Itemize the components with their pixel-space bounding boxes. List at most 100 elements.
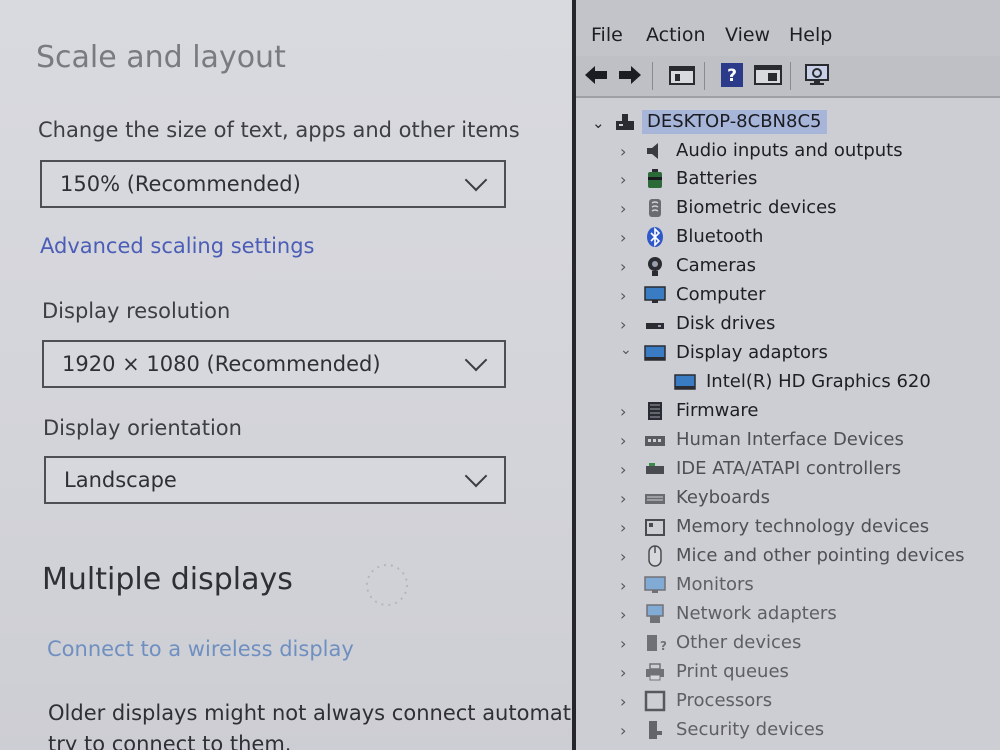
network-icon — [646, 604, 664, 623]
menu-view[interactable]: View — [725, 24, 770, 46]
tree-item-label: Network adapters — [676, 603, 837, 624]
tree-item-label: Print queues — [676, 661, 789, 682]
chevron-right-icon[interactable]: › — [620, 460, 626, 479]
tree-root[interactable]: ⌄ DESKTOP-8CBN8C5 — [576, 110, 1000, 136]
security-icon — [649, 721, 662, 739]
memory-card-icon — [645, 519, 665, 536]
chevron-right-icon[interactable]: › — [620, 142, 626, 161]
chevron-down-icon — [464, 464, 488, 488]
chevron-right-icon[interactable]: › — [620, 634, 626, 653]
tree-item-cameras[interactable]: › Cameras — [576, 253, 1000, 281]
chevron-right-icon[interactable]: › — [620, 547, 626, 566]
tree-item-label: Computer — [676, 284, 766, 305]
chevron-right-icon[interactable]: › — [620, 286, 626, 305]
tree-item-label: Memory technology devices — [676, 516, 930, 537]
chevron-down-icon[interactable]: ⌄ — [620, 342, 632, 358]
toolbar-separator — [652, 62, 653, 90]
device-tree: ⌄ DESKTOP-8CBN8C5 › Audio inputs and out… — [576, 98, 1000, 750]
menu-action[interactable]: Action — [646, 24, 706, 46]
chevron-right-icon[interactable]: › — [620, 431, 626, 450]
orientation-label: Display orientation — [43, 416, 242, 440]
keyboard-icon — [645, 494, 665, 504]
computer-root-icon — [616, 114, 634, 130]
tree-item-firmware[interactable]: › Firmware — [576, 398, 1000, 426]
scale-layout-title: Scale and layout — [36, 40, 286, 75]
tree-item-processors[interactable]: › Processors — [576, 688, 1000, 716]
menu-help[interactable]: Help — [789, 24, 832, 46]
tree-item-ide[interactable]: › IDE ATA/ATAPI controllers — [576, 456, 1000, 484]
display-adapter-icon — [674, 374, 696, 390]
tree-item-disk-drives[interactable]: › Disk drives — [576, 311, 1000, 339]
chevron-down-icon[interactable]: ⌄ — [592, 114, 605, 132]
menu-file[interactable]: File — [591, 24, 623, 46]
scan-hardware-icon[interactable] — [804, 62, 832, 88]
tree-item-biometric[interactable]: › Biometric devices — [576, 195, 1000, 223]
tree-item-intel-graphics[interactable]: Intel(R) HD Graphics 620 — [576, 369, 1000, 397]
tree-item-security[interactable]: › Security devices — [576, 717, 1000, 745]
tree-item-network[interactable]: › Network adapters — [576, 601, 1000, 629]
tree-item-bluetooth[interactable]: › Bluetooth — [576, 224, 1000, 252]
chevron-right-icon[interactable]: › — [620, 663, 626, 682]
monitor-icon — [644, 286, 666, 303]
resolution-dropdown[interactable]: 1920 × 1080 (Recommended) — [42, 340, 506, 388]
chevron-right-icon[interactable]: › — [620, 315, 626, 334]
tree-item-label: Monitors — [676, 574, 754, 595]
device-manager-window: File Action View Help ? ⌄ DESKTOP-8CBN8C… — [576, 0, 1000, 750]
chevron-right-icon[interactable]: › — [620, 721, 626, 740]
chevron-right-icon[interactable]: › — [620, 402, 626, 421]
help-icon[interactable]: ? — [718, 62, 746, 88]
forward-arrow-icon[interactable] — [616, 62, 644, 88]
resolution-value: 1920 × 1080 (Recommended) — [62, 352, 381, 376]
properties-icon[interactable] — [668, 62, 696, 88]
tree-item-computer[interactable]: › Computer — [576, 282, 1000, 310]
chevron-right-icon[interactable]: › — [620, 605, 626, 624]
tree-item-label: Mice and other pointing devices — [676, 545, 965, 566]
scale-dropdown[interactable]: 150% (Recommended) — [40, 160, 506, 208]
fingerprint-icon — [649, 199, 661, 217]
older-text-line-2: try to connect to them. — [48, 732, 292, 750]
chevron-right-icon[interactable]: › — [620, 199, 626, 218]
display-settings-pane: Scale and layout Change the size of text… — [0, 0, 572, 750]
older-displays-text: Older displays might not always connect … — [48, 698, 572, 750]
tree-item-mice[interactable]: › Mice and other pointing devices — [576, 543, 1000, 571]
chevron-right-icon[interactable]: › — [620, 518, 626, 537]
chevron-right-icon[interactable]: › — [620, 576, 626, 595]
tree-item-label: Human Interface Devices — [676, 429, 904, 450]
multiple-displays-title: Multiple displays — [42, 562, 293, 597]
tree-item-label: Intel(R) HD Graphics 620 — [706, 371, 931, 392]
unknown-device-icon: ? — [647, 635, 666, 653]
monitor-icon — [644, 576, 666, 593]
wireless-display-link[interactable]: Connect to a wireless display — [47, 637, 354, 661]
scale-value: 150% (Recommended) — [60, 172, 301, 196]
tree-item-label: Firmware — [676, 400, 759, 421]
tree-item-keyboards[interactable]: › Keyboards — [576, 485, 1000, 513]
tree-item-hid[interactable]: › Human Interface Devices — [576, 427, 1000, 455]
disk-drive-icon — [646, 323, 664, 329]
tree-item-monitors[interactable]: › Monitors — [576, 572, 1000, 600]
tree-item-label: Biometric devices — [676, 197, 837, 218]
camera-icon — [648, 257, 662, 276]
speaker-icon — [647, 143, 658, 159]
tree-item-display-adaptors[interactable]: ⌄ Display adaptors — [576, 340, 1000, 368]
update-driver-icon[interactable] — [754, 62, 782, 88]
tree-root-label: DESKTOP-8CBN8C5 — [642, 110, 827, 134]
tree-item-audio[interactable]: › Audio inputs and outputs — [576, 138, 1000, 166]
chevron-right-icon[interactable]: › — [620, 692, 626, 711]
tree-item-label: Other devices — [676, 632, 802, 653]
svg-text:?: ? — [660, 639, 666, 653]
tree-item-label: Processors — [676, 690, 773, 711]
tree-item-print[interactable]: › Print queues — [576, 659, 1000, 687]
advanced-scaling-link[interactable]: Advanced scaling settings — [40, 234, 315, 258]
chevron-right-icon[interactable]: › — [620, 489, 626, 508]
tree-item-label: Audio inputs and outputs — [676, 140, 903, 161]
chevron-right-icon[interactable]: › — [620, 228, 626, 247]
orientation-dropdown[interactable]: Landscape — [44, 456, 506, 504]
tree-item-other[interactable]: › ? Other devices — [576, 630, 1000, 658]
tree-item-memory[interactable]: › Memory technology devices — [576, 514, 1000, 542]
chevron-right-icon[interactable]: › — [620, 170, 626, 189]
chevron-right-icon[interactable]: › — [620, 257, 626, 276]
tree-item-batteries[interactable]: › Batteries — [576, 166, 1000, 194]
back-arrow-icon[interactable] — [582, 62, 610, 88]
older-text-line-1: Older displays might not always connect … — [48, 701, 572, 725]
tree-item-label: Security devices — [676, 719, 825, 740]
